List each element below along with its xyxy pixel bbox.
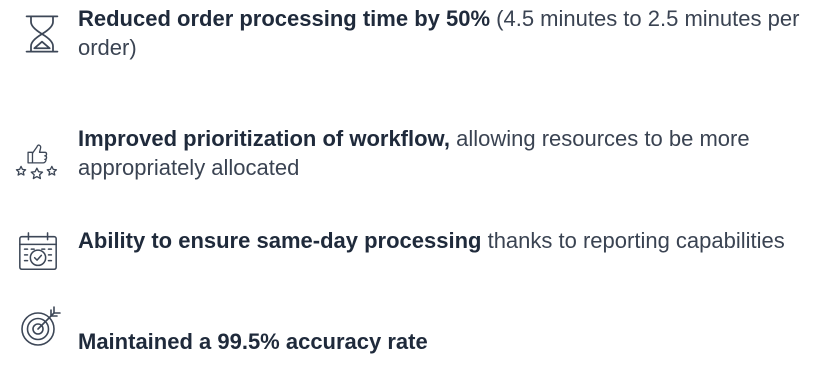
target-icon xyxy=(18,305,62,349)
list-item-text: Ability to ensure same-day processing th… xyxy=(78,226,813,255)
hourglass-icon xyxy=(20,12,60,53)
list-item-highlight: Maintained a 99.5% accuracy rate xyxy=(78,329,428,354)
list-item-text: Reduced order processing time by 50% (4.… xyxy=(78,4,813,62)
thumbs-up-stars-icon xyxy=(14,140,64,186)
list-item-highlight: Ability to ensure same-day processing xyxy=(78,228,482,253)
list-item-detail: thanks to reporting capabilities xyxy=(481,228,785,253)
calendar-check-icon xyxy=(16,230,62,276)
list-item-text: Maintained a 99.5% accuracy rate xyxy=(78,327,813,356)
list-item-highlight: Reduced order processing time by 50% xyxy=(78,6,491,31)
list-item-highlight: Improved prioritization of workflow, xyxy=(78,126,450,151)
benefits-list: Reduced order processing time by 50% (4.… xyxy=(0,0,823,368)
list-item-text: Improved prioritization of workflow, all… xyxy=(78,124,813,182)
